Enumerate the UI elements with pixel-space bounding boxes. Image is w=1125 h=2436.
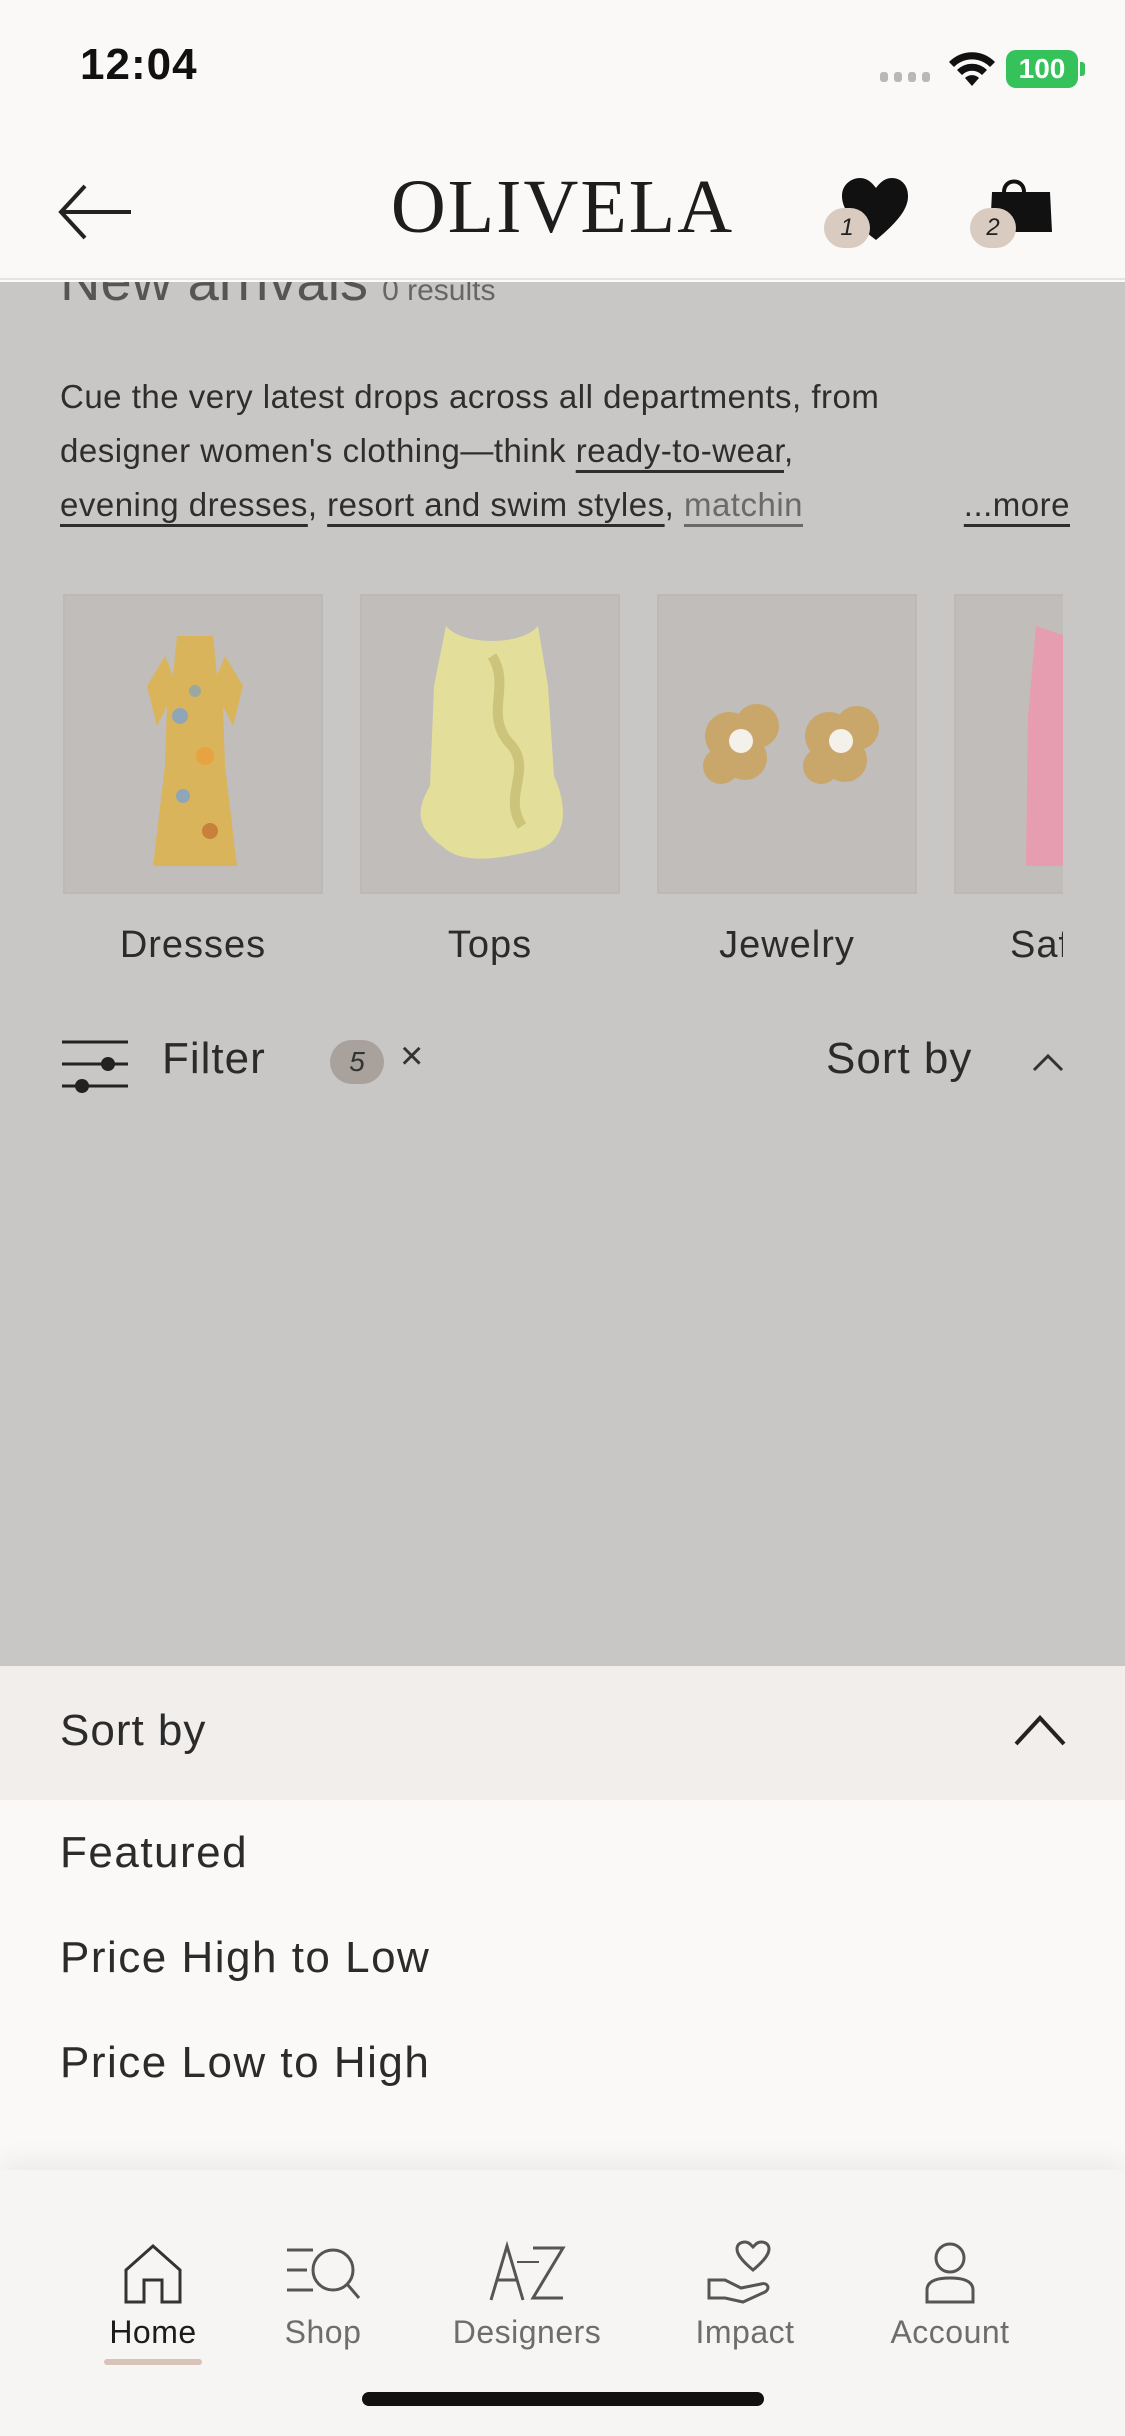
sort-options-list: Featured Price High to Low Price Low to … xyxy=(0,1800,1125,2170)
tab-label: Designers xyxy=(452,2314,602,2350)
category-description: Cue the very latest drops across all dep… xyxy=(60,370,1070,532)
sort-option-featured[interactable]: Featured xyxy=(60,1828,248,1878)
heart-hand-icon xyxy=(707,2240,771,2304)
tab-account[interactable]: Account xyxy=(850,2240,1050,2351)
home-indicator xyxy=(362,2392,764,2406)
link-matching[interactable]: matchin xyxy=(684,486,803,523)
chevron-up-icon[interactable] xyxy=(1030,1050,1066,1074)
filter-button[interactable]: Filter xyxy=(162,1034,266,1084)
battery-icon: 100 xyxy=(1006,50,1085,88)
page-title: New arrivals0 results xyxy=(60,282,495,313)
filter-sort-row: Filter 5 × Sort by xyxy=(0,1022,1125,1102)
link-resort-swim[interactable]: resort and swim styles xyxy=(327,486,664,523)
tab-designers[interactable]: Designers xyxy=(427,2240,627,2351)
category-label: Tops xyxy=(447,924,533,966)
category-label: Saf xyxy=(1010,924,1063,966)
category-label: Dresses xyxy=(119,924,267,966)
a-to-z-icon xyxy=(489,2240,566,2301)
wifi-icon xyxy=(949,52,995,86)
sort-option-price-high-low[interactable]: Price High to Low xyxy=(60,1933,430,1983)
sort-option-price-low-high[interactable]: Price Low to High xyxy=(60,2038,430,2088)
category-dresses[interactable]: Dresses xyxy=(63,594,323,967)
filter-sliders-icon[interactable] xyxy=(60,1034,130,1094)
status-bar: 12:04 100 xyxy=(0,0,1125,140)
chevron-up-icon[interactable] xyxy=(1012,1710,1068,1750)
category-sale[interactable]: Saf xyxy=(954,594,1063,967)
sort-sheet-header: Sort by xyxy=(0,1666,1125,1800)
link-ready-to-wear[interactable]: ready-to-wear xyxy=(576,432,784,469)
page-content-overlay[interactable]: New arrivals0 results Cue the very lates… xyxy=(0,282,1125,1666)
shop-search-icon xyxy=(287,2248,361,2299)
tab-impact[interactable]: Impact xyxy=(645,2240,845,2351)
tab-label: Shop xyxy=(284,2314,362,2350)
filter-count-badge: 5 xyxy=(330,1040,384,1084)
clear-filters-button[interactable]: × xyxy=(400,1034,423,1079)
category-jewelry[interactable]: Jewelry xyxy=(657,594,917,967)
earrings-image xyxy=(657,594,917,894)
wishlist-button[interactable]: 1 xyxy=(820,170,910,250)
category-label: Jewelry xyxy=(719,924,855,966)
pink-item-image xyxy=(954,594,1063,894)
tab-shop[interactable]: Shop xyxy=(223,2240,423,2351)
sort-sheet-title: Sort by xyxy=(60,1706,207,1755)
status-time: 12:04 xyxy=(80,40,198,89)
dress-image xyxy=(63,594,323,894)
bag-button[interactable]: 2 xyxy=(966,170,1056,250)
sort-by-button[interactable]: Sort by xyxy=(826,1034,972,1084)
tab-label: Impact xyxy=(695,2314,795,2350)
category-carousel[interactable]: Dresses Tops Jewelry Sa xyxy=(63,594,1063,974)
wishlist-count-badge: 1 xyxy=(824,208,870,248)
top-image xyxy=(360,594,620,894)
link-evening-dresses[interactable]: evening dresses xyxy=(60,486,308,523)
home-icon xyxy=(124,2243,182,2304)
bag-count-badge: 2 xyxy=(970,208,1016,248)
app-header: OLIVELA 1 2 xyxy=(0,140,1125,280)
brand-logo[interactable]: OLIVELA xyxy=(0,164,1125,251)
person-icon xyxy=(925,2242,975,2304)
cellular-signal-icon xyxy=(880,72,930,82)
active-tab-indicator xyxy=(104,2359,202,2365)
tab-label: Account xyxy=(890,2314,1010,2350)
read-more-link[interactable]: ...more xyxy=(955,478,1070,532)
category-tops[interactable]: Tops xyxy=(360,594,620,967)
results-count: 0 results xyxy=(382,282,496,307)
